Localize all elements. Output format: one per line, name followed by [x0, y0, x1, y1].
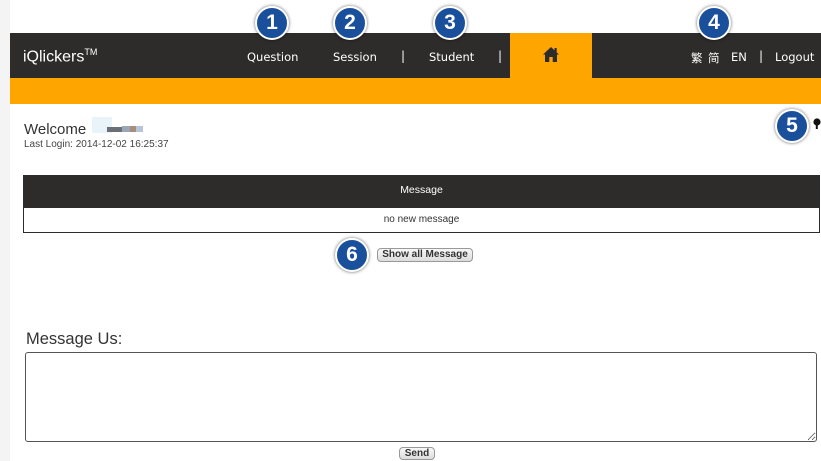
annotation-badge: 5: [775, 109, 809, 143]
top-navbar: iQlickersTM Question Session | Student |…: [10, 33, 821, 78]
send-button[interactable]: Send: [399, 447, 435, 460]
lang-traditional[interactable]: 繁: [691, 50, 703, 66]
welcome-text: Welcome: [24, 121, 87, 138]
lang-simplified[interactable]: 简: [708, 50, 720, 66]
nav-separator: |: [401, 49, 406, 63]
annotation-badge: 1: [255, 6, 289, 40]
home-icon: [543, 47, 559, 62]
home-tab[interactable]: [510, 33, 592, 78]
message-table: Message no new message: [23, 175, 820, 233]
nav-separator: |: [759, 49, 764, 63]
orange-banner: [10, 78, 821, 104]
redacted-username: [92, 117, 144, 134]
trademark: TM: [84, 47, 98, 57]
annotation-badge: 3: [433, 6, 467, 40]
nav-student[interactable]: Student: [429, 50, 474, 64]
message-us-label: Message Us:: [26, 330, 123, 348]
nav-separator: |: [498, 49, 503, 63]
logout-link[interactable]: Logout: [775, 50, 814, 64]
nav-session[interactable]: Session: [333, 50, 377, 64]
message-table-header: Message: [24, 176, 819, 208]
key-icon[interactable]: [813, 118, 821, 130]
last-login-text: Last Login: 2014-12-02 16:25:37: [24, 139, 169, 150]
annotation-badge: 6: [335, 238, 369, 272]
message-us-textarea[interactable]: [25, 352, 817, 442]
lang-english[interactable]: EN: [731, 50, 747, 64]
brand-name: iQlickers: [23, 48, 85, 66]
annotation-badge: 2: [333, 6, 367, 40]
brand-logo: iQlickersTM: [23, 47, 97, 66]
annotation-badge: 4: [697, 6, 731, 40]
show-all-message-button[interactable]: Show all Message: [377, 248, 473, 262]
message-empty-row: no new message: [383, 214, 460, 225]
nav-question[interactable]: Question: [247, 50, 298, 64]
